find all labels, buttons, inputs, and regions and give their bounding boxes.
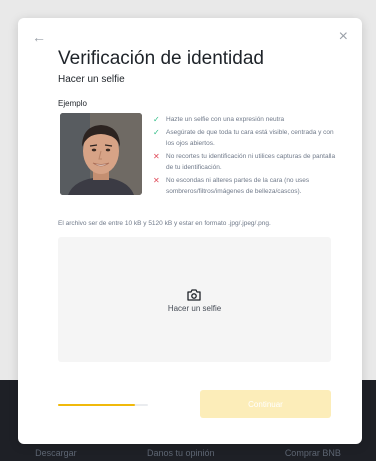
rule-item: ✕ No escondas ni alteres partes de la ca…: [153, 175, 343, 197]
background-footer: Descargar Danos tu opinión Comprar BNB: [0, 444, 376, 461]
example-label: Ejemplo: [58, 99, 87, 108]
footer-link-feedback: Danos tu opinión: [146, 447, 215, 458]
cross-icon: ✕: [153, 176, 160, 185]
modal-title: Verificación de identidad: [58, 48, 264, 69]
progress-bar-fill: [58, 404, 135, 406]
rule-item: ✓ Hazte un selfie con una expresión neut…: [153, 114, 343, 125]
rule-text: No escondas ni alteres partes de la cara…: [166, 177, 310, 195]
rule-item: ✕ No recortes tu identificación ni utili…: [153, 151, 343, 173]
identity-verification-modal: ← × Verificación de identidad Hacer un s…: [18, 18, 362, 444]
check-icon: ✓: [153, 128, 160, 137]
footer-link-buy-bnb: Comprar BNB: [284, 447, 341, 458]
take-selfie-label: Hacer un selfie: [167, 304, 222, 313]
close-icon[interactable]: ×: [339, 29, 348, 45]
rule-item: ✓ Asegúrate de que toda tu cara está vis…: [153, 127, 343, 149]
cross-icon: ✕: [153, 152, 160, 161]
file-requirements-note: El archivo ser de entre 10 kB y 5120 kB …: [58, 220, 271, 227]
selfie-rules-list: ✓ Hazte un selfie con una expresión neut…: [153, 114, 343, 199]
face-illustration: [60, 113, 142, 195]
footer-link-download: Descargar: [35, 447, 77, 458]
progress-bar: [58, 404, 148, 406]
example-selfie-photo: [60, 113, 142, 195]
rule-text: No recortes tu identificación ni utilice…: [166, 153, 336, 171]
arrow-left-icon[interactable]: ←: [32, 30, 46, 44]
continue-button[interactable]: Continuar: [200, 390, 331, 418]
check-icon: ✓: [153, 115, 160, 124]
take-selfie-upload-area[interactable]: Hacer un selfie: [58, 237, 331, 362]
camera-icon: [187, 289, 201, 301]
modal-subtitle: Hacer un selfie: [58, 74, 125, 85]
rule-text: Asegúrate de que toda tu cara está visib…: [166, 129, 334, 147]
rule-text: Hazte un selfie con una expresión neutra: [166, 116, 285, 123]
